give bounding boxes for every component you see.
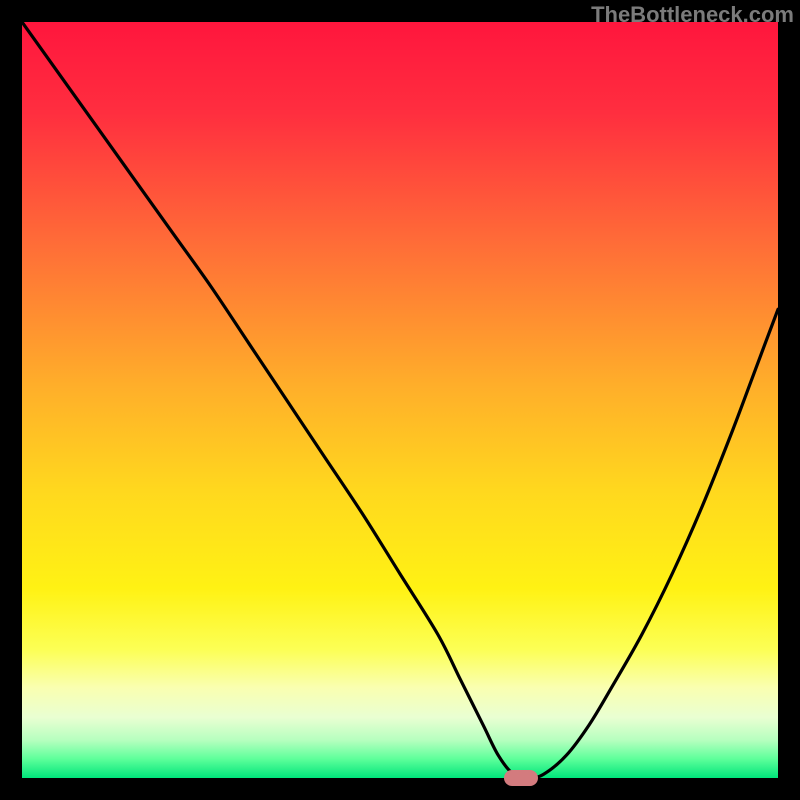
curve-layer	[22, 22, 778, 778]
chart-frame: TheBottleneck.com	[0, 0, 800, 800]
plot-area	[22, 22, 778, 778]
bottleneck-curve	[22, 22, 778, 778]
optimal-marker	[504, 770, 538, 786]
watermark-text: TheBottleneck.com	[591, 2, 794, 28]
